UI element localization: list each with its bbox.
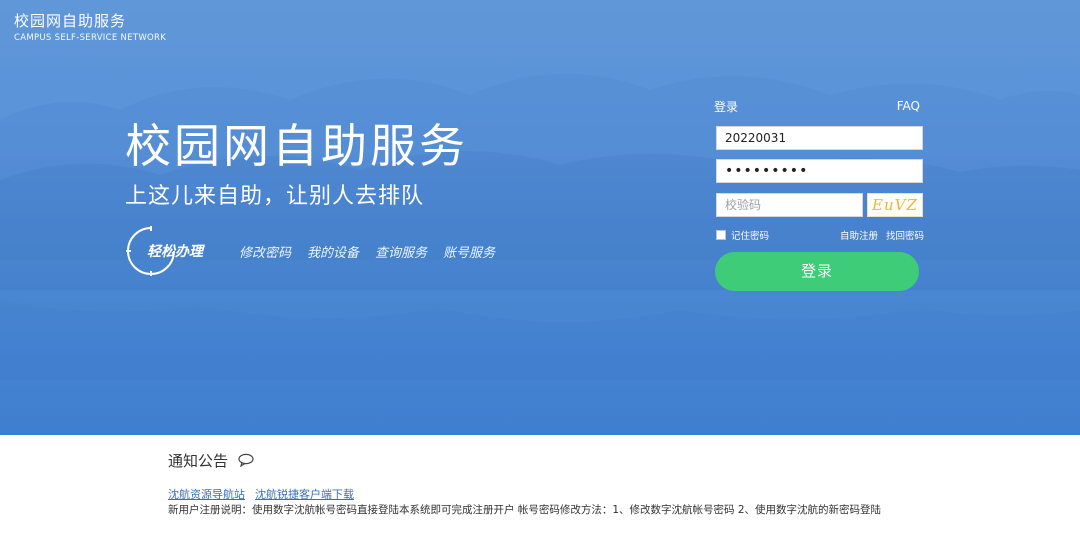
quick-actions: 轻松办理 修改密码 我的设备 查询服务 账号服务 xyxy=(125,225,545,277)
register-link[interactable]: 自助注册 xyxy=(840,228,878,242)
quick-links: 修改密码 我的设备 查询服务 账号服务 xyxy=(239,242,495,261)
quick-label: 轻松办理 xyxy=(147,244,203,260)
hero-headline: 校园网自助服务 上这儿来自助，让别人去排队 xyxy=(125,116,468,210)
password-input[interactable]: ••••••••• xyxy=(716,159,923,183)
notice-text: 新用户注册说明：使用数字沈航帐号密码直接登陆本系统即可完成注册开户 帐号密码修改… xyxy=(168,504,882,516)
login-options: 记住密码 自助注册 找回密码 xyxy=(716,228,924,242)
captcha-input[interactable]: 校验码 xyxy=(716,193,863,217)
notice-link-client-download[interactable]: 沈航锐捷客户端下载 xyxy=(255,486,354,502)
hero-banner: 校园网自助服务 CAMPUS SELF-SERVICE NETWORK 校园网自… xyxy=(0,0,1080,435)
brand-logo: 校园网自助服务 CAMPUS SELF-SERVICE NETWORK xyxy=(14,12,166,43)
recover-password-link[interactable]: 找回密码 xyxy=(886,228,924,242)
account-links: 自助注册 找回密码 xyxy=(840,228,924,242)
quick-link-account-service[interactable]: 账号服务 xyxy=(443,242,495,261)
notice-section: 通知公告 沈航资源导航站 沈航锐捷客户端下载 新用户注册说明：使用数字沈航帐号密… xyxy=(168,450,968,517)
notice-title: 通知公告 xyxy=(168,451,229,470)
hero-title: 校园网自助服务 xyxy=(125,119,468,173)
speech-bubble-icon xyxy=(238,453,254,467)
captcha-image[interactable]: EuVZ xyxy=(867,193,923,217)
quick-link-change-password[interactable]: 修改密码 xyxy=(239,242,291,261)
faq-link[interactable]: FAQ xyxy=(897,99,920,113)
login-button[interactable]: 登录 xyxy=(715,252,919,291)
hero-slogan: 上这儿来自助，让别人去排队 xyxy=(125,184,425,209)
login-tab[interactable]: 登录 xyxy=(714,98,738,115)
notice-links: 沈航资源导航站 沈航锐捷客户端下载 xyxy=(168,486,354,502)
remember-label: 记住密码 xyxy=(731,231,770,242)
quick-link-query-service[interactable]: 查询服务 xyxy=(375,242,427,261)
brand-subtitle: CAMPUS SELF-SERVICE NETWORK xyxy=(14,33,167,43)
remember-checkbox[interactable] xyxy=(716,230,726,240)
brand-title: 校园网自助服务 xyxy=(14,12,127,30)
notice-link-resource-nav[interactable]: 沈航资源导航站 xyxy=(168,486,245,502)
quick-link-my-devices[interactable]: 我的设备 xyxy=(307,242,359,261)
username-input[interactable]: 20220031 xyxy=(716,126,923,150)
notice-header: 通知公告 xyxy=(168,450,968,470)
hero-background xyxy=(0,0,1080,435)
login-header: 登录 FAQ xyxy=(714,96,924,116)
remember-password[interactable]: 记住密码 xyxy=(716,228,769,242)
login-panel: 登录 FAQ 20220031 ••••••••• 校验码 EuVZ 记住密码 … xyxy=(714,96,924,291)
